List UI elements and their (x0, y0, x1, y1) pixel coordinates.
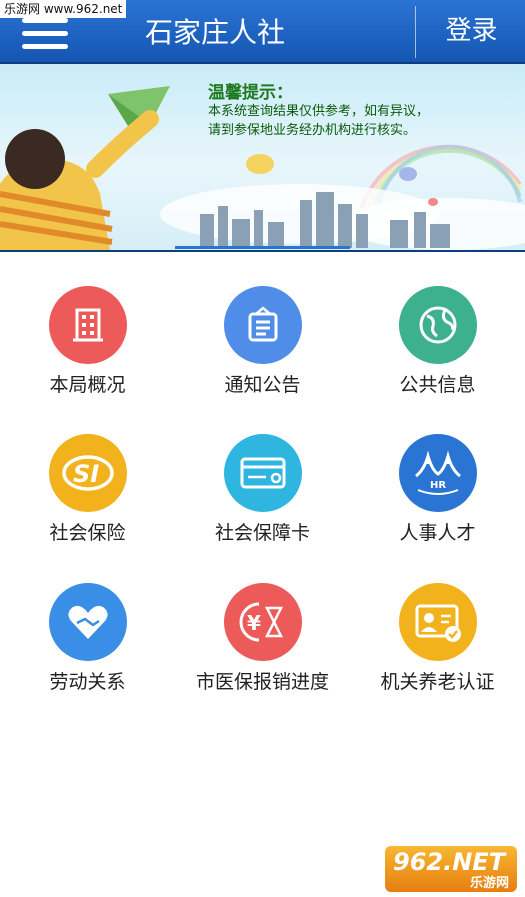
menu-item-public-info[interactable]: 公共信息 (350, 280, 525, 410)
menu-item-pension-certification[interactable]: 机关养老认证 (350, 577, 525, 707)
menu-item-label: 社会保障卡 (214, 522, 310, 544)
building-icon (49, 286, 127, 364)
globe-icon (399, 286, 477, 364)
menu-item-social-security-card[interactable]: 社会保障卡 (175, 428, 350, 558)
hr-logo-icon: HR (399, 434, 477, 512)
handshake-heart-icon (49, 583, 127, 661)
banner-page-indicator (175, 246, 350, 249)
menu-item-label: 劳动关系 (49, 671, 126, 693)
watermark-sub: 乐游网 (469, 876, 509, 891)
menu-item-label: 机关养老认证 (380, 671, 495, 693)
menu-item-label: 人事人才 (399, 522, 476, 544)
notice-board-icon (224, 286, 302, 364)
menu-item-label: 通知公告 (224, 374, 301, 396)
menu-item-label: 社会保险 (49, 522, 126, 544)
menu-item-notices[interactable]: 通知公告 (175, 280, 350, 410)
watermark-bottom-logo: 962.NET 乐游网 (385, 846, 517, 892)
menu-item-label: 市医保报销进度 (195, 671, 329, 693)
login-button[interactable]: 登录 (418, 0, 525, 62)
banner[interactable]: 温馨提示： 本系统查询结果仅供参考，如有异议， 请到参保地业务经办机构进行核实。 (0, 62, 525, 252)
card-icon (224, 434, 302, 512)
header-divider (415, 6, 416, 58)
id-card-check-icon (399, 583, 477, 661)
menu-item-label: 本局概况 (49, 374, 126, 396)
watermark-top: 乐游网 www.962.net (0, 0, 127, 18)
menu-item-hr-talent[interactable]: HR 人事人才 (350, 428, 525, 558)
menu-item-social-insurance[interactable]: SI 社会保险 (0, 428, 175, 558)
yuan-hourglass-icon: ¥ (224, 583, 302, 661)
tip-line-1: 本系统查询结果仅供参考，如有异议， (208, 104, 430, 119)
menu-item-label: 公共信息 (399, 374, 476, 396)
svg-text:SI: SI (73, 460, 99, 488)
menu-item-medical-reimbursement[interactable]: ¥ 市医保报销进度 (175, 577, 350, 707)
svg-text:¥: ¥ (247, 611, 261, 635)
tip-line-2: 请到参保地业务经办机构进行核实。 (208, 123, 417, 138)
menu-item-bureau-overview[interactable]: 本局概况 (0, 280, 175, 410)
si-logo-icon: SI (49, 434, 127, 512)
menu-item-labor-relations[interactable]: 劳动关系 (0, 577, 175, 707)
svg-text:HR: HR (430, 480, 446, 491)
